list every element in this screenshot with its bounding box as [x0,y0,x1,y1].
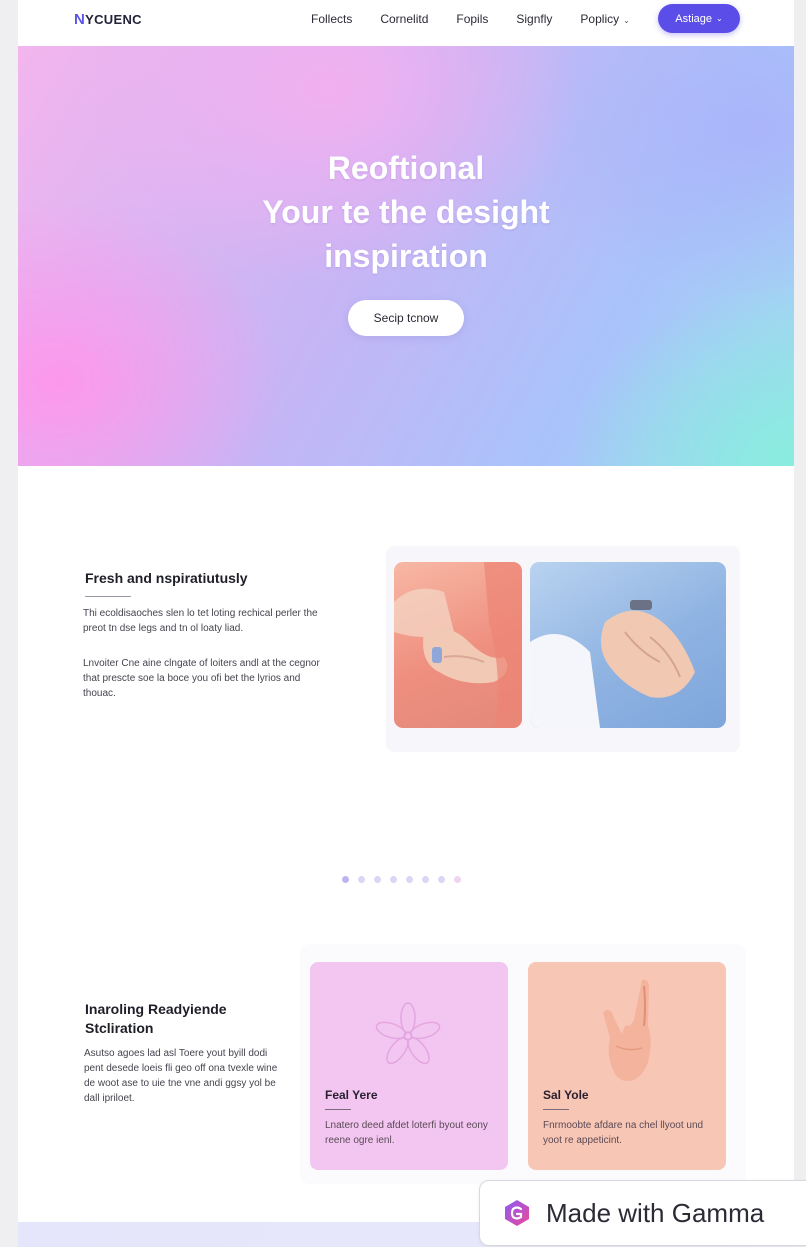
top-nav: NYCUENC Follects Cornelitd Fopils Signfl… [18,0,794,44]
nav-link-signfly[interactable]: Signfly [516,12,552,26]
section2-paragraph: Asutso agoes lad asl Toere yout byill do… [84,1048,278,1104]
carousel-dots [342,876,461,883]
carousel-dot[interactable] [406,876,413,883]
logo[interactable]: NYCUENC [74,11,142,28]
hero-title-line-3: inspiration [324,238,488,274]
nav-cta-button[interactable]: Astiage ⌄ [658,4,740,33]
nav-link-label: Cornelitd [380,12,429,26]
made-with-gamma-badge[interactable]: Made with Gamma [479,1180,806,1246]
flower-icon [375,1002,441,1065]
chevron-down-icon: ⌄ [623,16,630,25]
hand-gesture-icon [603,979,651,1081]
carousel-dot[interactable] [438,876,445,883]
hands-blue-illustration [530,600,695,728]
logo-mark: N [74,11,86,28]
nav-links: Follects Cornelitd Fopils Signfly Poplic… [311,12,658,26]
carousel-dot[interactable] [374,876,381,883]
logo-text: YCUENC [85,12,142,27]
page: NYCUENC Follects Cornelitd Fopils Signfl… [18,0,794,1247]
carousel-dot[interactable] [390,876,397,883]
hero-title-line-1: Reoftional [327,150,485,186]
hero-section: Reoftional Your te the desight inspirati… [18,46,794,466]
hands-blue-photo [530,562,726,728]
chevron-down-icon: ⌄ [716,14,723,23]
carousel-dot[interactable] [422,876,429,883]
nav-link-label: Poplicy [580,12,620,26]
section2-title: Inaroling Readyiende Stcliration [85,1001,227,1036]
hero-title: Reoftional Your te the desight inspirati… [18,146,794,278]
nav-link-label: Signfly [516,12,553,26]
nav-link-label: Follects [311,12,353,26]
made-with-gamma-label: Made with Gamma [546,1198,765,1228]
section1-paragraph-1: Thi ecoldisaoches slen lo tet loting rec… [83,608,318,634]
hero-title-line-2: Your te the desight [262,194,550,230]
section1-divider [85,596,131,597]
nav-link-fopils[interactable]: Fopils [456,12,488,26]
card-title: Feal Yere [325,1088,378,1102]
feature-card-sal-yole[interactable]: Sal Yole Fnrmoobte afdare na chel llyoot… [528,962,726,1170]
hero-cta-button[interactable]: Secip tcnow [348,300,464,336]
gamma-logo-icon [505,1200,529,1226]
card-text: Fnrmoobte afdare na chel llyoot und yoot… [543,1120,704,1146]
nav-link-label: Fopils [456,12,489,26]
card-divider [543,1109,569,1110]
nav-link-cornelitd[interactable]: Cornelitd [380,12,428,26]
carousel-dot[interactable] [342,876,349,883]
nav-link-follects[interactable]: Follects [311,12,352,26]
card-text: Lnatero deed afdet loterfi byout eony re… [325,1120,488,1146]
carousel-dot[interactable] [358,876,365,883]
section1-title: Fresh and nspiratiutusly [85,570,248,586]
card-title: Sal Yole [543,1088,589,1102]
feature-card-feal-yere[interactable]: Feal Yere Lnatero deed afdet loterfi byo… [310,962,508,1170]
section1-paragraph-2: Lnvoiter Cne aine clngate of loiters and… [83,658,320,699]
carousel-dot[interactable] [454,876,461,883]
nav-cta-label: Astiage [675,12,712,25]
hands-pink-illustration [394,562,522,728]
hero-cta-label: Secip tcnow [373,311,439,325]
card-divider [325,1109,351,1110]
hands-pink-photo [394,562,522,728]
nav-link-poplicy[interactable]: Poplicy ⌄ [580,12,629,26]
